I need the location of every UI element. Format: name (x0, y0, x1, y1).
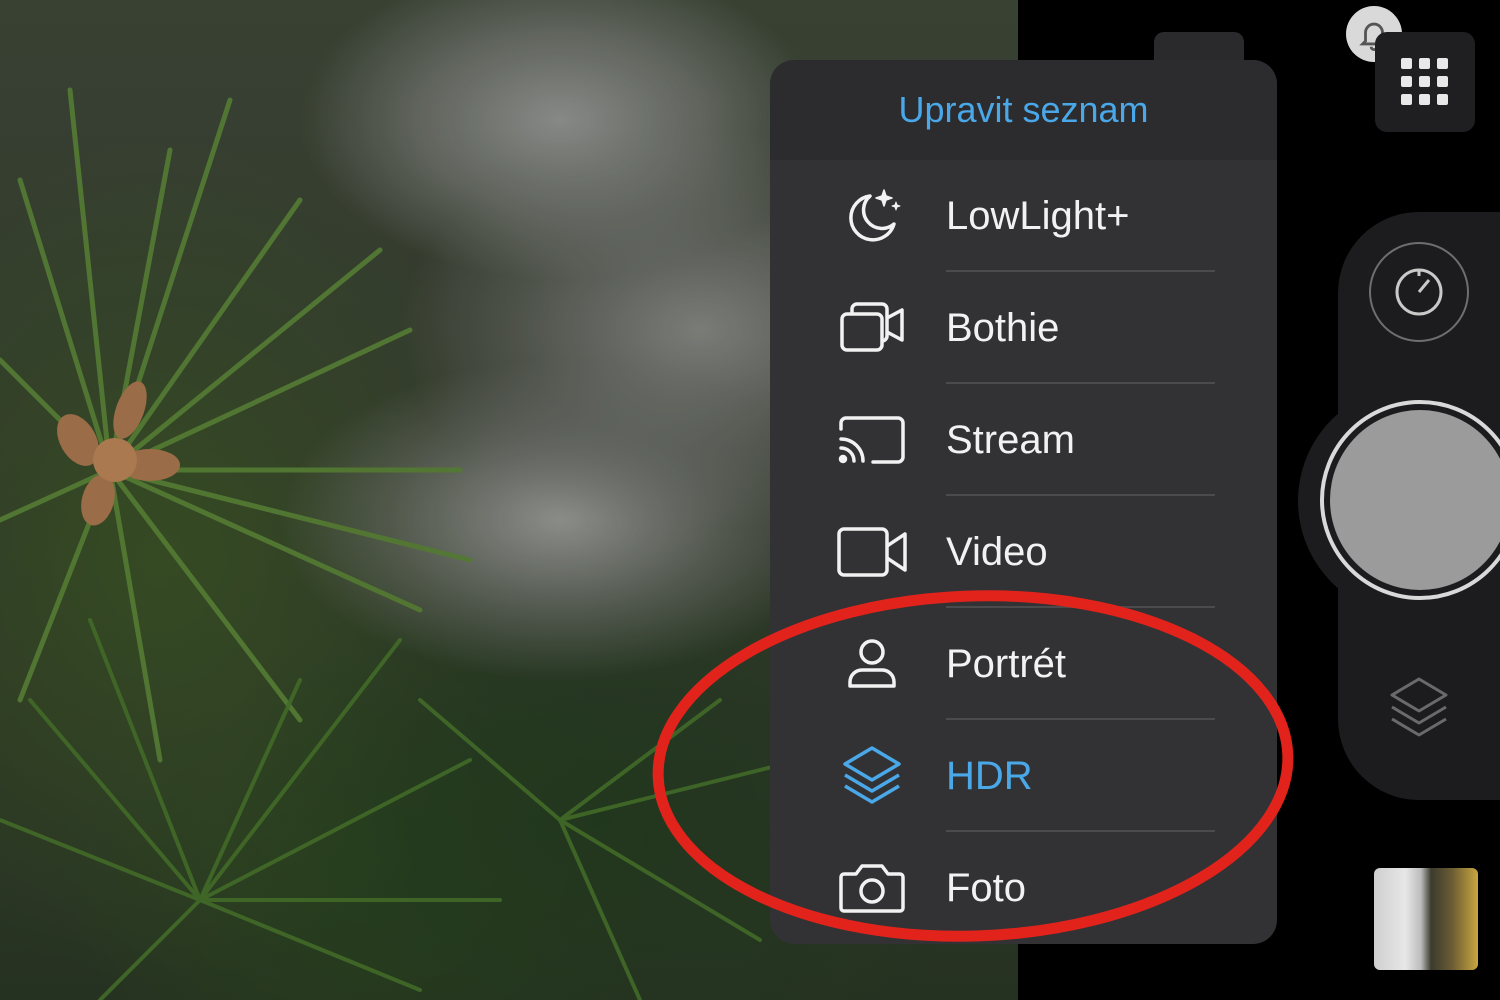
layers-icon (832, 736, 912, 816)
moon-stars-icon (832, 176, 912, 256)
menu-item-bothie[interactable]: Bothie (770, 272, 1277, 384)
video-camera-icon (832, 512, 912, 592)
menu-item-label: Stream (946, 417, 1075, 462)
mode-menu: Upravit seznam LowLight+ Bothie Stream V… (770, 60, 1277, 944)
menu-item-label: LowLight+ (946, 193, 1130, 238)
timer-button[interactable] (1369, 242, 1469, 342)
grid-menu-button[interactable] (1375, 32, 1475, 132)
menu-item-label: Portrét (946, 641, 1067, 686)
last-photo-thumbnail[interactable] (1374, 868, 1478, 970)
cast-icon (832, 400, 912, 480)
menu-item-hdr[interactable]: HDR (770, 720, 1277, 832)
mode-layers-button[interactable] (1386, 674, 1452, 744)
edit-list-label: Upravit seznam (898, 89, 1149, 130)
menu-item-label: HDR (946, 753, 1033, 798)
menu-item-label: Foto (946, 865, 1027, 910)
person-icon (832, 624, 912, 704)
grid-icon (1401, 58, 1448, 105)
menu-item-video[interactable]: Video (770, 496, 1277, 608)
timer-icon (1395, 268, 1443, 316)
dual-camera-icon (832, 288, 912, 368)
menu-item-label: Video (946, 529, 1048, 574)
edit-list-button[interactable]: Upravit seznam (770, 60, 1277, 160)
menu-item-stream[interactable]: Stream (770, 384, 1277, 496)
menu-item-portrait[interactable]: Portrét (770, 608, 1277, 720)
camera-icon (832, 848, 912, 928)
shutter-inner (1330, 410, 1500, 590)
layers-icon (1390, 677, 1448, 737)
menu-item-lowlight[interactable]: LowLight+ (770, 160, 1277, 272)
menu-item-label: Bothie (946, 305, 1060, 350)
menu-item-foto[interactable]: Foto (770, 832, 1277, 944)
